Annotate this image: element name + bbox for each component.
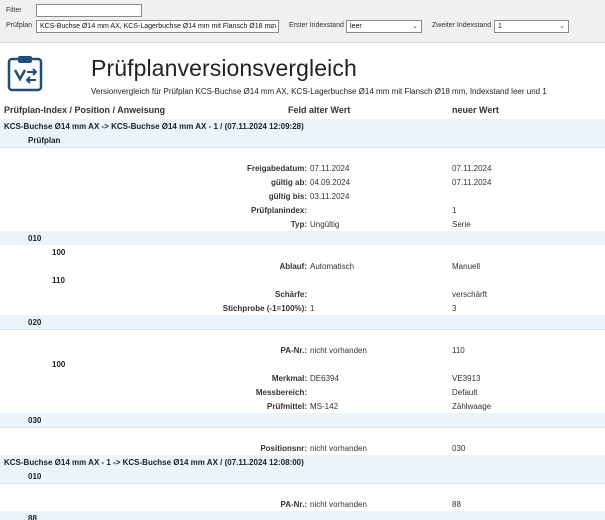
field-name: Messbereich: [255, 388, 307, 397]
position-label: 100 [52, 360, 66, 369]
erster-indexstand-label: Erster Indexstand [289, 22, 344, 29]
field-name: gültig ab: [271, 178, 307, 187]
section-label: 010 [28, 472, 42, 481]
new-value: VE3913 [452, 374, 481, 383]
old-value: nicht vorhanden [310, 346, 367, 355]
field-name: Ablauf: [279, 262, 307, 271]
table-row: 110 [0, 273, 605, 287]
table-row: gültig bis: 03.11.2024 [0, 189, 605, 203]
position-label: 110 [52, 276, 65, 285]
old-value: MS-142 [310, 402, 339, 411]
old-value: Ungültig [310, 220, 340, 229]
table-row: 030 [0, 413, 605, 427]
chevron-down-icon: ⌄ [559, 23, 565, 30]
new-value: Serie [452, 220, 471, 229]
table-row: 100 [0, 357, 605, 371]
table-row: Prüfplanindex: 1 [0, 203, 605, 217]
table-row: 88 [0, 511, 605, 520]
old-value: 04.09.2024 [310, 178, 351, 187]
field-name: Prüfplanindex: [250, 206, 307, 215]
comparison-report-icon [7, 56, 43, 92]
table-row: gültig ab: 04.09.2024 07.11.2024 [0, 175, 605, 189]
pruefplan-select[interactable]: KCS-Buchse Ø14 mm AX, KCS-Lagerbuchse Ø1… [36, 20, 279, 33]
position-label: 100 [52, 248, 66, 257]
table-row: 010 [0, 231, 605, 245]
section-label: 88 [28, 514, 37, 520]
field-name: Schärfe: [274, 290, 307, 299]
table-row: Positionsnr: nicht vorhanden 030 [0, 441, 605, 455]
pruefplan-label: Prüfplan [6, 22, 33, 29]
table-row: Schärfe: verschärft [0, 287, 605, 301]
zweiter-indexstand-value: 1 [498, 23, 502, 30]
section-label: 010 [28, 234, 42, 243]
pruefplan-select-value: KCS-Buchse Ø14 mm AX, KCS-Lagerbuchse Ø1… [40, 23, 277, 30]
section-label: Prüfplan [28, 136, 61, 145]
old-value: DE6394 [310, 374, 339, 383]
new-value: Default [452, 388, 478, 397]
table-row: 020 [0, 315, 605, 329]
table-row: Merkmal: DE6394 VE3913 [0, 371, 605, 385]
old-value: nicht vorhanden [310, 500, 367, 509]
column-header-old-value: Feld alter Wert [288, 105, 351, 115]
new-value: Zählwaage [452, 402, 492, 411]
field-name: Freigabedatum: [246, 164, 307, 173]
table-row [0, 147, 605, 161]
field-name: Merkmal: [271, 374, 307, 383]
new-value: verschärft [452, 290, 488, 299]
old-value: 03.11.2024 [310, 192, 350, 201]
table-row: KCS-Buchse Ø14 mm AX - 1 -> KCS-Buchse Ø… [0, 455, 605, 469]
column-header-index: Prüfplan-Index / Position / Anweisung [4, 105, 166, 115]
field-name: PA-Nr.: [280, 346, 307, 355]
page-title: Prüfplanversionsvergleich [91, 55, 357, 81]
table-row: KCS-Buchse Ø14 mm AX -> KCS-Buchse Ø14 m… [0, 119, 605, 133]
new-value: 1 [452, 206, 457, 215]
table-row: Stichprobe (-1=100%): 1 3 [0, 301, 605, 315]
table-row: PA-Nr.: nicht vorhanden 110 [0, 343, 605, 357]
new-value: 3 [452, 304, 457, 313]
old-value: nicht vorhanden [310, 444, 367, 453]
field-name: Positionsnr: [260, 444, 307, 453]
table-row: Freigabedatum: 07.11.2024 07.11.2024 [0, 161, 605, 175]
new-value: 07.11.2024 [452, 178, 492, 187]
field-name: Stichprobe (-1=100%): [222, 304, 307, 313]
chevron-down-icon: ⌄ [269, 23, 275, 30]
zweiter-indexstand-select[interactable]: 1 ⌄ [494, 20, 569, 33]
page-subtitle: Versionvergleich für Prüfplan KCS-Buchse… [91, 87, 547, 96]
table-row: Prüfmittel: MS-142 Zählwaage [0, 399, 605, 413]
table-row: PA-Nr.: nicht vorhanden 88 [0, 497, 605, 511]
new-value: Manuell [452, 262, 481, 271]
filter-bar: Filter Prüfplan KCS-Buchse Ø14 mm AX, KC… [0, 0, 605, 43]
section-label: 020 [28, 318, 42, 327]
old-value: 1 [310, 304, 315, 313]
table-row: 010 [0, 469, 605, 483]
new-value: 07.11.2024 [452, 164, 492, 173]
table-row: Ablauf: Automatisch Manuell [0, 259, 605, 273]
section-label: 030 [28, 416, 42, 425]
zweiter-indexstand-label: Zweiter Indexstand [432, 22, 492, 29]
field-name: Typ: [290, 220, 307, 229]
filter-label: Filter [6, 7, 22, 14]
table-row: Prüfplan [0, 133, 605, 147]
table-row [0, 483, 605, 497]
filter-input[interactable] [36, 4, 142, 17]
version-group-header: KCS-Buchse Ø14 mm AX - 1 -> KCS-Buchse Ø… [4, 458, 304, 467]
erster-indexstand-select[interactable]: leer ⌄ [346, 20, 422, 33]
new-value: 110 [452, 346, 465, 355]
new-value: 030 [452, 444, 466, 453]
new-value: 88 [452, 500, 461, 509]
table-row: Messbereich: Default [0, 385, 605, 399]
chevron-down-icon: ⌄ [412, 23, 418, 30]
field-name: Prüfmittel: [267, 402, 307, 411]
field-name: gültig bis: [268, 192, 307, 201]
field-name: PA-Nr.: [280, 500, 307, 509]
old-value: Automatisch [310, 262, 355, 271]
table-row: 100 [0, 245, 605, 259]
erster-indexstand-value: leer [350, 23, 362, 30]
table-row [0, 329, 605, 343]
table-row: Typ: Ungültig Serie [0, 217, 605, 231]
column-header-new-value: neuer Wert [452, 105, 499, 115]
table-row [0, 427, 605, 441]
version-group-header: KCS-Buchse Ø14 mm AX -> KCS-Buchse Ø14 m… [4, 122, 304, 131]
old-value: 07.11.2024 [310, 164, 350, 173]
